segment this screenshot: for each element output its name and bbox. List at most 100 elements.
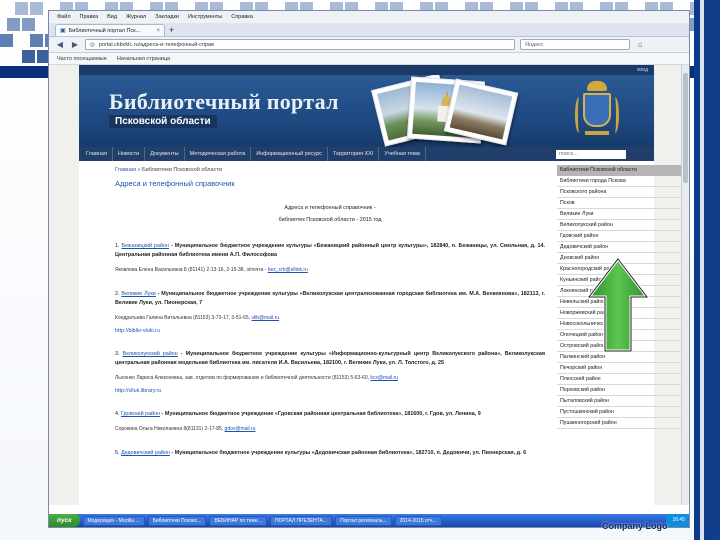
entry-name-link[interactable]: Бежаницкий район [121, 243, 169, 249]
sidebar-item[interactable]: Палкинский район [557, 352, 683, 363]
entry-contact: Сорокина Ольга Николаевна 8(81131) 2-17-… [115, 425, 545, 433]
site-menu-item[interactable]: Главная [81, 147, 113, 161]
directory-entry: 3. Великолукский район - Муниципальное б… [115, 350, 545, 368]
entry-email-link[interactable]: gdov@mail.ru [225, 426, 256, 432]
document-title: Адреса и телефонный справочник - библиот… [115, 202, 545, 226]
browser-tab[interactable]: ▣ Библиотечный портал Пск... × [55, 24, 165, 36]
main-column: Главная » Библиотеки Псковской области А… [115, 167, 545, 458]
sidebar-item[interactable]: Пыталовский район [557, 396, 683, 407]
taskbar-item[interactable]: ВЕБИНАР по теме... [209, 515, 267, 526]
site-subtitle: Псковской области [109, 115, 217, 128]
site-menu-item[interactable]: Информационный ресурс [251, 147, 329, 161]
browser-menu-item[interactable]: Справка [231, 14, 253, 20]
browser-tabbar: ▣ Библиотечный портал Пск... × + [49, 23, 689, 37]
taskbar-item[interactable]: Портал региональ... [335, 515, 392, 526]
home-icon[interactable]: ⌂ [635, 40, 645, 49]
directory-entry: 2. Великие Луки - Муниципальное бюджетно… [115, 290, 545, 308]
site-menu-item[interactable]: Территория XXI [328, 147, 380, 161]
decorative-square [22, 18, 35, 31]
decorative-square [30, 34, 43, 47]
entry-email-link[interactable]: kcs@mail.ru [370, 375, 398, 381]
browser-search-input[interactable]: Яндекс [520, 39, 630, 50]
decorative-square [22, 50, 35, 63]
url-text: portal.ckbvklc.ru/адреса-и-телефонный-сп… [98, 42, 214, 48]
entry-text: - Муниципальное бюджетное учреждение кул… [115, 351, 545, 366]
entries-list: 1. Бежаницкий район - Муниципальное бюдж… [115, 242, 545, 458]
new-tab-button[interactable]: + [169, 24, 174, 36]
site-menu: Главная Новости Документы Методическая рабо… [79, 147, 654, 161]
page-heading: Адреса и телефонный справочник [115, 179, 235, 188]
entry-name-link[interactable]: Дедовичский район [121, 450, 170, 456]
breadcrumb: Главная » Библиотеки Псковской области [115, 167, 545, 173]
entry-name-link[interactable]: Гдовский район [121, 411, 160, 417]
entry-contact-text: Сорокина Ольга Николаевна 8(81131) 2-17-… [115, 426, 225, 432]
forward-arrow-icon[interactable]: ▶ [70, 40, 80, 49]
sidebar-item[interactable]: Великие Луки [557, 209, 683, 220]
entry-website-link[interactable]: http://biblio-vluki.ru [115, 328, 545, 334]
url-input[interactable]: ◎ portal.ckbvklc.ru/адреса-и-телефонный-… [85, 39, 515, 50]
browser-menu-item[interactable]: Закладки [155, 14, 179, 20]
tab-favicon-icon: ▣ [60, 28, 66, 34]
taskbar-item[interactable]: ПОРТАЛ ПРЕЗЕНТА... [269, 515, 333, 526]
sidebar-item[interactable]: Псковского района [557, 187, 683, 198]
sidebar-item[interactable]: Библиотеки города Пскова [557, 176, 683, 187]
sidebar-item[interactable]: Дедовичский район [557, 242, 683, 253]
entry-contact: Лысенко Лариса Алексеевна, зав. отделом … [115, 374, 545, 382]
site-menu-item[interactable]: Документы [145, 147, 185, 161]
browser-menu-item[interactable]: Инструменты [188, 14, 222, 20]
browser-menu-item[interactable]: Правка [80, 14, 99, 20]
up-arrow-icon [587, 257, 649, 353]
coat-of-arms-icon [575, 81, 619, 143]
taskbar-item[interactable]: Модерация - Mozilla ... [82, 515, 145, 526]
sidebar-item[interactable]: Плюсский район [557, 374, 683, 385]
entry-website-link[interactable]: http://vlluk.library.ru [115, 388, 545, 394]
sidebar-item[interactable]: Псков [557, 198, 683, 209]
site-menu-item[interactable]: Методическая работа [185, 147, 252, 161]
site-menu-item[interactable]: Новости [113, 147, 146, 161]
entry-contact-text: Яковлева Елена Васильевна 8 (81141) 2-13… [115, 267, 268, 273]
login-link[interactable]: вход [79, 65, 654, 75]
browser-navbar: ◀ ▶ ◎ portal.ckbvklc.ru/адреса-и-телефон… [49, 37, 689, 53]
company-logo: Company Logo [602, 521, 668, 531]
entry-text: - Муниципальное бюджетное учреждение кул… [169, 450, 527, 456]
tab-title: Библиотечный портал Пск... [68, 27, 141, 34]
directory-entry: 1. Бежаницкий район - Муниципальное бюдж… [115, 242, 545, 260]
sidebar-header[interactable]: Библиотеки Псковской области [557, 165, 683, 176]
sidebar-item[interactable]: Печорский район [557, 363, 683, 374]
start-button[interactable]: пуск [49, 514, 80, 527]
browser-menu-item[interactable]: Вид [107, 14, 117, 20]
entry-text: - Муниципальное бюджетное учреждение кул… [115, 243, 545, 258]
vertical-scrollbar[interactable] [681, 65, 689, 505]
sidebar-item[interactable]: Пушкиногорский район [557, 418, 683, 429]
taskbar-item[interactable]: 2014-2015 отч... [394, 515, 442, 526]
browser-menu-item[interactable]: Журнал [126, 14, 146, 20]
entry-name-link[interactable]: Великие Луки [121, 291, 155, 297]
breadcrumb-home-link[interactable]: Главная [115, 167, 136, 173]
sidebar-item[interactable]: Гдовский район [557, 231, 683, 242]
browser-window: Файл Правка Вид Журнал Закладки Инструменты Сп… [48, 10, 690, 528]
content-area: Главная » Библиотеки Псковской области А… [79, 161, 683, 495]
entry-email-link[interactable]: bez_crb@ellink.ru [268, 267, 308, 273]
bookmark-frequent[interactable]: Часто посещаемые [57, 56, 107, 62]
back-arrow-icon[interactable]: ◀ [55, 40, 65, 49]
site-search-input[interactable]: поиск... [556, 149, 626, 159]
sidebar-item[interactable]: Великолукский район [557, 220, 683, 231]
site-banner: Библиотечный портал Псковской области [79, 75, 654, 147]
directory-entry: 5. Дедовичский район - Муниципальное бюд… [115, 449, 545, 458]
document-title-line: библиотек Псковской области - 2015 год [278, 217, 382, 223]
decorative-square [7, 18, 20, 31]
entry-text: - Муниципальное бюджетное учреждение «Гд… [160, 411, 481, 417]
bookmark-start-page[interactable]: Начальная страница [117, 56, 170, 62]
bookmarks-bar: Часто посещаемые Начальная страница [49, 53, 689, 65]
sidebar-item[interactable]: Пустошкинский район [557, 407, 683, 418]
sidebar-item[interactable]: Порховский район [557, 385, 683, 396]
tab-close-icon[interactable]: × [156, 28, 160, 34]
taskbar-item[interactable]: Библиотеки Псковс... [147, 515, 207, 526]
entry-email-link[interactable]: vlib@mail.ru [251, 315, 279, 321]
entry-number: 3. [115, 351, 123, 357]
site-menu-item[interactable]: Учебная тема [379, 147, 426, 161]
browser-menu-item[interactable]: Файл [57, 14, 71, 20]
entry-name-link[interactable]: Великолукский район [123, 351, 178, 357]
entry-contact: Кондратьева Галина Витальевна (81153) 3-… [115, 314, 545, 322]
entry-contact-text: Лысенко Лариса Алексеевна, зав. отделом … [115, 375, 371, 381]
